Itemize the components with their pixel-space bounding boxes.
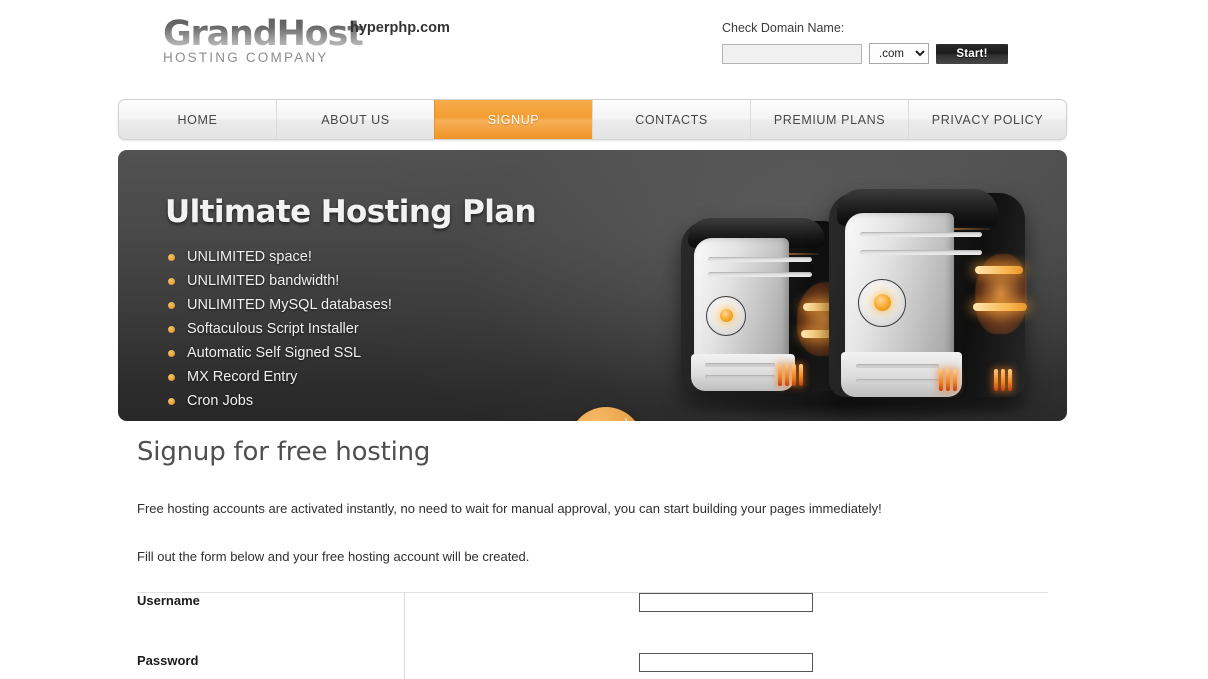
domain-start-button[interactable]: Start! <box>936 43 1008 64</box>
logo-wordmark: GrandHost <box>163 14 364 54</box>
hero-banner: Ultimate Hosting Plan UNLIMITED space! U… <box>118 150 1067 421</box>
server-left-power-ring <box>706 295 747 336</box>
form-label-username: Username <box>137 592 405 653</box>
server-right-power-ring <box>858 278 907 327</box>
server-artwork <box>659 179 1049 421</box>
server-right-glow-bar <box>973 303 1027 312</box>
domain-name-input[interactable] <box>722 43 862 64</box>
form-field-cell-password <box>404 652 1048 679</box>
server-right-power-light <box>873 294 891 312</box>
banner-feature-item: Automatic Self Signed SSL <box>165 341 392 365</box>
domain-tld-select[interactable]: .com <box>869 43 929 64</box>
price-badge-disc <box>569 407 643 421</box>
intro-paragraph-2: Fill out the form below and your free ho… <box>137 549 530 564</box>
server-right-vent <box>860 231 982 237</box>
server-tower-right <box>829 188 1027 397</box>
domain-check-row: .com Start! <box>722 43 1022 64</box>
nav-item-about-us[interactable]: ABOUT US <box>276 100 434 139</box>
server-left-base-slot <box>704 375 776 380</box>
server-right-side-fins <box>993 368 1012 391</box>
server-right-base-slot <box>856 378 939 383</box>
nav-item-home[interactable]: HOME <box>119 100 276 139</box>
banner-feature-item: Softaculous Script Installer <box>165 317 392 341</box>
site-domain-text: hyperphp.com <box>350 20 450 36</box>
server-left-heat-fins <box>778 363 804 386</box>
banner-feature-list: UNLIMITED space! UNLIMITED bandwidth! UN… <box>165 245 392 413</box>
nav-item-privacy-policy[interactable]: PRIVACY POLICY <box>908 100 1066 139</box>
server-right-vent <box>860 250 982 256</box>
password-input[interactable] <box>639 652 813 672</box>
page-title: Signup for free hosting <box>137 437 431 467</box>
banner-feature-item: UNLIMITED space! <box>165 245 392 269</box>
table-row: Username <box>137 592 1048 653</box>
main-navigation: HOME ABOUT US SIGNUP CONTACTS PREMIUM PL… <box>118 99 1067 140</box>
site-header: GrandHost HOSTING COMPANY hyperphp.com C… <box>0 0 1208 92</box>
username-input[interactable] <box>639 593 813 612</box>
price-badge: $2.95 / month! <box>569 407 643 421</box>
table-row: Password <box>137 652 1048 679</box>
banner-title: Ultimate Hosting Plan <box>165 194 537 230</box>
banner-feature-item: UNLIMITED MySQL databases! <box>165 293 392 317</box>
server-tower-left <box>681 217 853 391</box>
intro-paragraph-1: Free hosting accounts are activated inst… <box>137 501 882 516</box>
server-right-heat-fins <box>938 368 957 391</box>
server-right-base-slot <box>856 364 939 369</box>
form-label-password: Password <box>137 652 405 679</box>
domain-check-label: Check Domain Name: <box>722 21 845 35</box>
form-field-wrap-username <box>405 593 1048 612</box>
main-content: Signup for free hosting Free hosting acc… <box>137 437 1077 564</box>
server-left-power-light <box>719 309 733 323</box>
page-root: GrandHost HOSTING COMPANY hyperphp.com C… <box>0 0 1208 679</box>
signup-form-table: Username Password <box>137 592 1048 679</box>
nav-item-signup[interactable]: SIGNUP <box>434 100 592 139</box>
server-left-vent <box>707 272 813 277</box>
banner-feature-item: Cron Jobs <box>165 389 392 413</box>
banner-feature-item: UNLIMITED bandwidth! <box>165 269 392 293</box>
form-field-wrap-password <box>405 652 1048 672</box>
form-field-cell-username <box>404 593 1048 653</box>
site-logo[interactable]: GrandHost HOSTING COMPANY <box>163 14 364 65</box>
banner-feature-item: MX Record Entry <box>165 365 392 389</box>
nav-item-contacts[interactable]: CONTACTS <box>592 100 750 139</box>
server-left-base-slot <box>704 363 776 368</box>
domain-check-widget: Check Domain Name: .com Start! <box>722 21 1022 64</box>
server-left-vent <box>707 256 813 262</box>
nav-item-premium-plans[interactable]: PREMIUM PLANS <box>750 100 908 139</box>
server-right-glow-bar <box>975 266 1023 275</box>
